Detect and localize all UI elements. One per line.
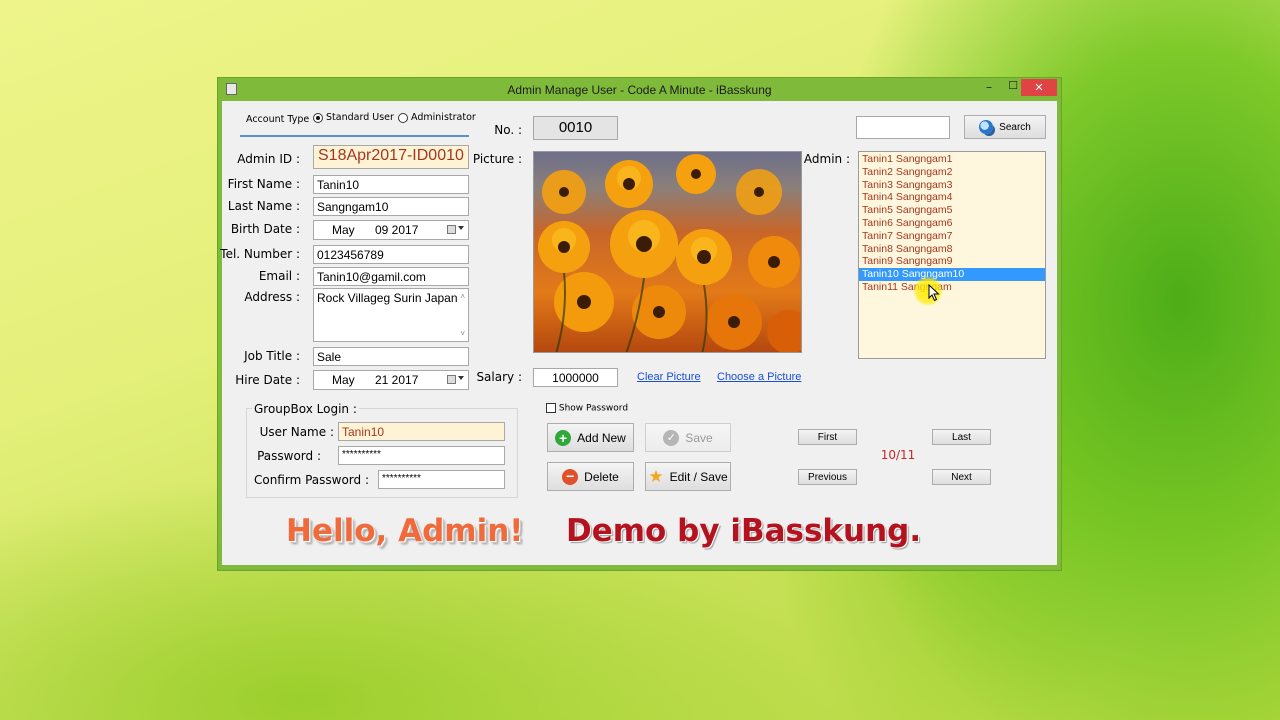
delete-button[interactable]: − Delete [547,462,634,491]
birth-date-picker[interactable]: May 09 2017 [313,220,469,240]
admin-listbox[interactable]: Tanin1 Sangngam1 Tanin2 Sangngam2 Tanin3 S… [858,151,1046,359]
search-input[interactable] [856,116,950,139]
confirm-password-label: Confirm Password : [253,473,369,487]
job-title-field[interactable]: Sale [313,347,469,366]
search-button-label: Search [999,121,1031,133]
username-label: User Name : [259,425,334,439]
address-field[interactable]: Rock Villageg Surin Japan ˄ ˅ [313,288,469,342]
last-name-field[interactable]: Sangngam10 [313,197,469,216]
list-item[interactable]: Tanin11 Sangngam [859,281,1045,294]
first-button[interactable]: First [798,429,857,445]
magnifier-icon [979,120,994,134]
radio-standard-user[interactable]: Standard User [313,112,394,123]
edit-save-label: Edit / Save [669,469,728,484]
choose-picture-link[interactable]: Choose a Picture [717,371,801,383]
account-type-label: Account Type [246,114,310,125]
salary-field[interactable]: 1000000 [533,368,618,387]
previous-button[interactable]: Previous [798,469,857,485]
list-item[interactable]: Tanin5 Sangngam5 [859,204,1045,217]
last-button[interactable]: Last [932,429,991,445]
tel-number-label: Tel. Number : [220,247,300,261]
admin-list-label: Admin : [803,152,850,166]
list-item[interactable]: Tanin4 Sangngam4 [859,191,1045,204]
clear-picture-link[interactable]: Clear Picture [637,371,701,383]
flower-image [538,154,801,352]
check-circle-icon: ✓ [663,429,680,446]
mouse-cursor-icon [928,284,940,302]
account-type-group: Account Type Standard User Administrator [240,111,476,137]
radio-administrator-label: Administrator [411,112,476,123]
hire-month: May [332,373,355,387]
radio-icon [398,112,408,123]
star-icon: ★ [648,466,664,486]
first-name-label: First Name : [227,177,300,191]
confirm-password-field[interactable]: ********** [378,470,505,489]
email-label: Email : [258,269,300,283]
last-name-label: Last Name : [227,199,300,213]
record-position: 10/11 [880,448,916,462]
list-item[interactable]: Tanin1 Sangngam1 [859,153,1045,166]
save-button[interactable]: ✓ Save [645,423,731,452]
list-item[interactable]: Tanin8 Sangngam8 [859,243,1045,256]
show-password-checkbox[interactable]: Show Password [546,403,628,414]
checkbox-icon [546,403,556,413]
username-field[interactable]: Tanin10 [338,422,505,441]
birth-date-label: Birth Date : [230,222,300,236]
save-label: Save [685,430,713,445]
calendar-dropdown-icon[interactable] [447,375,456,384]
job-title-label: Job Title : [244,349,300,363]
title-bar[interactable]: Admin Manage User - Code A Minute - iBas… [218,78,1061,101]
picture-label: Picture : [472,152,522,166]
hello-admin-banner: Hello, Admin! [286,513,524,549]
window-title: Admin Manage User - Code A Minute - iBas… [507,83,772,97]
scroll-up-icon[interactable]: ˄ [460,292,465,301]
show-password-label: Show Password [558,403,629,414]
minus-circle-icon: − [562,468,579,485]
chevron-down-icon [458,226,464,230]
first-name-field[interactable]: Tanin10 [313,175,469,194]
salary-label: Salary : [476,370,522,384]
address-label: Address : [244,290,300,304]
demo-banner: Demo by iBasskung. [566,513,922,549]
hire-date-picker[interactable]: May 21 2017 [313,370,469,390]
next-button[interactable]: Next [932,469,991,485]
list-item[interactable]: Tanin6 Sangngam6 [859,217,1045,230]
add-new-label: Add New [577,430,626,445]
radio-administrator[interactable]: Administrator [398,112,476,123]
list-item[interactable]: Tanin7 Sangngam7 [859,230,1045,243]
list-item[interactable]: Tanin2 Sangngam2 [859,166,1045,179]
address-text: Rock Villageg Surin Japan [317,291,458,305]
email-field[interactable]: Tanin10@gamil.com [313,267,469,286]
radio-standard-user-label: Standard User [326,112,394,123]
birth-day-year: 09 2017 [375,223,419,237]
password-field[interactable]: ********** [338,446,505,465]
list-item[interactable]: Tanin10 Sangngam10 [859,268,1045,281]
no-label: No. : [494,123,522,137]
edit-save-button[interactable]: ★ Edit / Save [645,462,731,491]
admin-id-label: Admin ID : [237,152,300,166]
list-item[interactable]: Tanin3 Sangngam3 [859,179,1045,192]
minimize-button[interactable]: – [978,80,1000,94]
record-number-field: 0010 [533,116,618,140]
close-button[interactable]: ✕ [1021,79,1057,96]
plus-circle-icon: + [555,429,572,446]
list-item[interactable]: Tanin9 Sangngam9 [859,255,1045,268]
add-new-button[interactable]: + Add New [547,423,634,452]
birth-month: May [332,223,355,237]
user-picture[interactable] [533,151,802,353]
login-group-title: GroupBox Login : [252,402,359,416]
password-label: Password : [257,449,321,463]
admin-id-field[interactable]: S18Apr2017-ID0010 [313,145,469,169]
radio-icon-selected [313,112,323,123]
scroll-down-icon[interactable]: ˅ [460,329,465,338]
tel-number-field[interactable]: 0123456789 [313,245,469,264]
search-button[interactable]: Search [964,115,1046,139]
hire-date-label: Hire Date : [235,373,300,387]
delete-label: Delete [584,469,619,484]
calendar-dropdown-icon[interactable] [447,225,456,234]
chevron-down-icon [458,376,464,380]
hire-day-year: 21 2017 [375,373,419,387]
